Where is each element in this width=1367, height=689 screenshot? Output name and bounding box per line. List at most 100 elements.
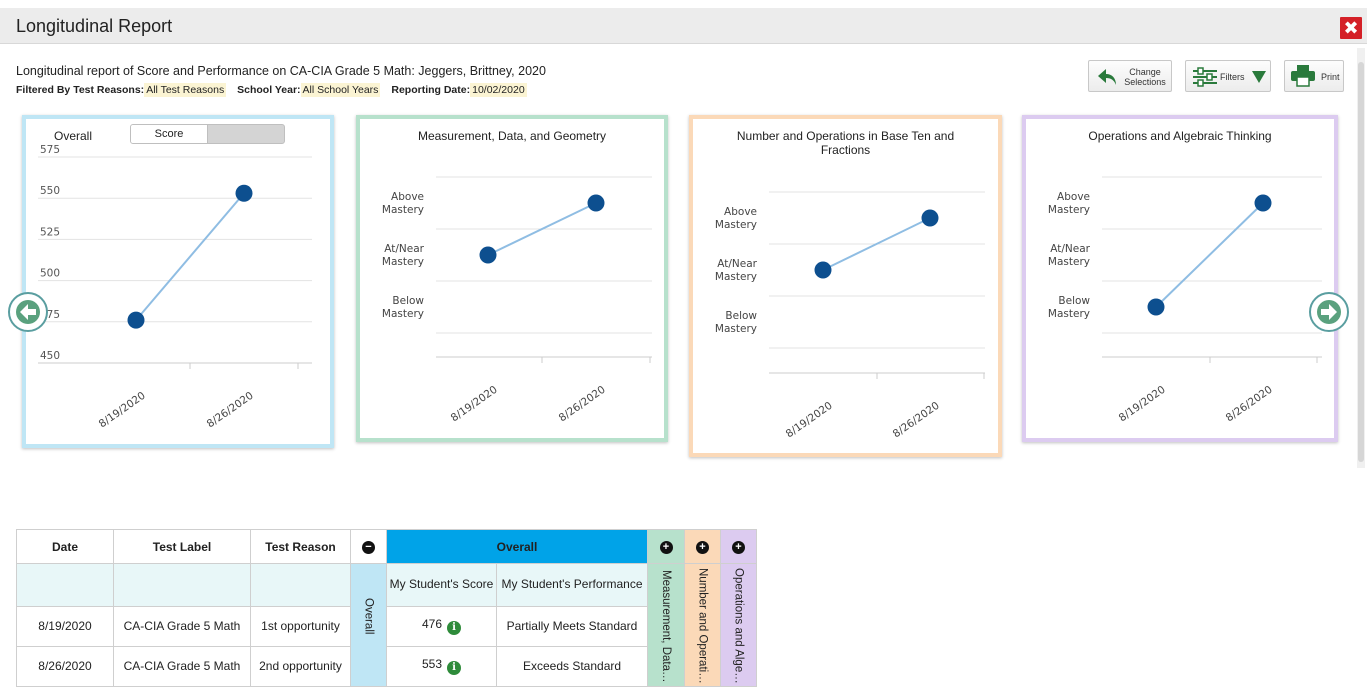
column-header-performance[interactable]: My Student's Performance [496, 563, 648, 607]
y-tick-label: 550 [40, 185, 60, 197]
scrollbar-thumb[interactable] [1358, 62, 1364, 462]
info-icon[interactable]: i [447, 661, 462, 676]
x-tick-label: 8/26/2020 [1224, 384, 1275, 425]
cell-date: 8/26/2020 [16, 645, 114, 688]
data-point [1254, 194, 1272, 212]
level-label: Above [724, 206, 757, 218]
y-tick-label: 525 [40, 226, 60, 238]
x-tick-label: 8/26/2020 [205, 390, 256, 431]
level-label: Mastery [382, 256, 424, 268]
operations-expand-toggle[interactable]: + [720, 529, 757, 564]
level-label: Mastery [1048, 308, 1090, 320]
data-point [479, 246, 497, 264]
info-icon[interactable]: i [447, 621, 462, 636]
overall-chart-card: Overall Score 575 550 525 500 475 450 8/19/202… [22, 115, 334, 448]
column-group-overall: Overall [386, 529, 648, 564]
table-row: 8/26/2020 CA-CIA Grade 5 Math 2nd opport… [16, 645, 757, 688]
operations-vertical-label: Operations and Alge… [732, 568, 745, 684]
cell-score: 553 i [386, 645, 497, 688]
subheader-empty [250, 563, 351, 607]
close-button[interactable]: ✖ [1340, 17, 1362, 39]
measurement-expand-toggle[interactable]: + [647, 529, 685, 564]
number-ops-vertical-label: Number and Operati… [696, 568, 709, 684]
arrow-left-icon [16, 300, 40, 324]
plus-circle-icon: + [696, 541, 709, 554]
close-icon: ✖ [1343, 18, 1359, 38]
cell-performance: Exceeds Standard [496, 645, 648, 688]
carousel-prev-button[interactable] [8, 292, 48, 332]
data-point [235, 184, 253, 202]
column-header-test-label[interactable]: Test Label [113, 529, 251, 564]
toggle-level-option[interactable] [209, 125, 284, 143]
data-point [814, 261, 832, 279]
overall-collapse-toggle[interactable]: − [350, 529, 387, 564]
carousel-next-button[interactable] [1309, 292, 1349, 332]
level-label: At/Near [717, 258, 757, 270]
arrow-right-icon [1317, 300, 1341, 324]
level-label: Above [391, 191, 424, 203]
score-level-toggle[interactable]: Score [130, 124, 285, 144]
table-row: 8/19/2020 CA-CIA Grade 5 Math 1st opport… [16, 605, 757, 647]
y-tick-label: 450 [40, 350, 60, 362]
subheader-empty [16, 563, 114, 607]
x-tick-label: 8/19/2020 [449, 384, 500, 425]
filters-button[interactable]: Filters [1185, 60, 1271, 92]
claim-chart-operations: AboveMasteryAt/NearMasteryBelowMastery8/… [1048, 176, 1322, 425]
level-label: Mastery [1048, 204, 1090, 216]
x-tick-label: 8/19/2020 [97, 390, 148, 431]
cell-performance: Partially Meets Standard [496, 605, 648, 647]
report-description: Longitudinal report of Score and Perform… [16, 64, 546, 78]
y-tick-label: 500 [40, 268, 60, 280]
report-table: Date Test Label Test Reason − Overall + … [16, 529, 757, 688]
claim-title-measurement: Measurement, Data, and Geometry [417, 129, 607, 143]
claim-chart-measurement: AboveMasteryAt/NearMasteryBelowMastery8/… [382, 176, 652, 425]
data-point [921, 209, 939, 227]
level-label: Above [1057, 191, 1090, 203]
level-label: Mastery [382, 204, 424, 216]
subheader-empty [113, 563, 251, 607]
change-selections-button[interactable]: Change Selections [1088, 60, 1172, 92]
level-label: Below [725, 310, 757, 322]
operations-vertical-header: Operations and Alge… [720, 563, 757, 687]
change-label-line1: Change [1129, 67, 1161, 77]
claim-chart-card-operations: Operations and Algebraic Thinking Above M… [1022, 115, 1338, 442]
level-label: Mastery [1048, 256, 1090, 268]
overall-score-chart: 5755505255004754508/19/2020 8/26/2020 [38, 144, 312, 431]
x-tick-label: 8/26/2020 [557, 384, 608, 425]
print-label: Print [1321, 72, 1340, 82]
filtered-by-label: Filtered By [16, 84, 71, 96]
filter-label-test-reasons: Test Reasons: [73, 84, 145, 96]
level-label: Below [392, 295, 424, 307]
claim-chart-card-number-ops: Number and Operations in Base Ten and Fr… [689, 115, 1002, 457]
level-label: Mastery [715, 323, 757, 335]
level-label: Mastery [382, 308, 424, 320]
measurement-vertical-label: Measurement, Data… [660, 569, 672, 683]
claim-title-number-ops-line2: Fractions [820, 143, 871, 157]
number-ops-expand-toggle[interactable]: + [684, 529, 721, 564]
column-header-date[interactable]: Date [16, 529, 114, 564]
column-header-test-reason[interactable]: Test Reason [250, 529, 351, 564]
level-label: Mastery [715, 219, 757, 231]
measurement-vertical-header: Measurement, Data… [647, 563, 685, 687]
data-point [587, 194, 605, 212]
cell-test-reason: 1st opportunity [250, 605, 351, 647]
score-value: 476 [421, 617, 443, 632]
data-point [1147, 298, 1165, 316]
filters-label: Filters [1220, 72, 1245, 82]
cell-test-label: CA-CIA Grade 5 Math [113, 605, 251, 647]
score-value: 553 [421, 657, 443, 672]
print-button[interactable]: Print [1284, 60, 1344, 92]
scrollbar[interactable] [1357, 48, 1365, 468]
printer-icon [1291, 65, 1315, 87]
filter-label-school-year: School Year: [237, 84, 301, 96]
column-header-score[interactable]: My Student's Score [386, 563, 497, 607]
number-ops-vertical-header: Number and Operati… [684, 563, 721, 687]
cell-test-label: CA-CIA Grade 5 Math [113, 645, 251, 688]
title-bar: Longitudinal Report ✖ [0, 8, 1367, 44]
level-label: Mastery [715, 271, 757, 283]
claim-title-operations: Operations and Algebraic Thinking [1088, 129, 1272, 143]
claim-chart-number-ops: AboveMasteryAt/NearMasteryBelowMastery8/… [715, 191, 985, 440]
toggle-score-option[interactable]: Score [131, 125, 208, 143]
overall-vertical-header: Overall [350, 563, 387, 687]
triangle-down-icon [1252, 71, 1266, 83]
